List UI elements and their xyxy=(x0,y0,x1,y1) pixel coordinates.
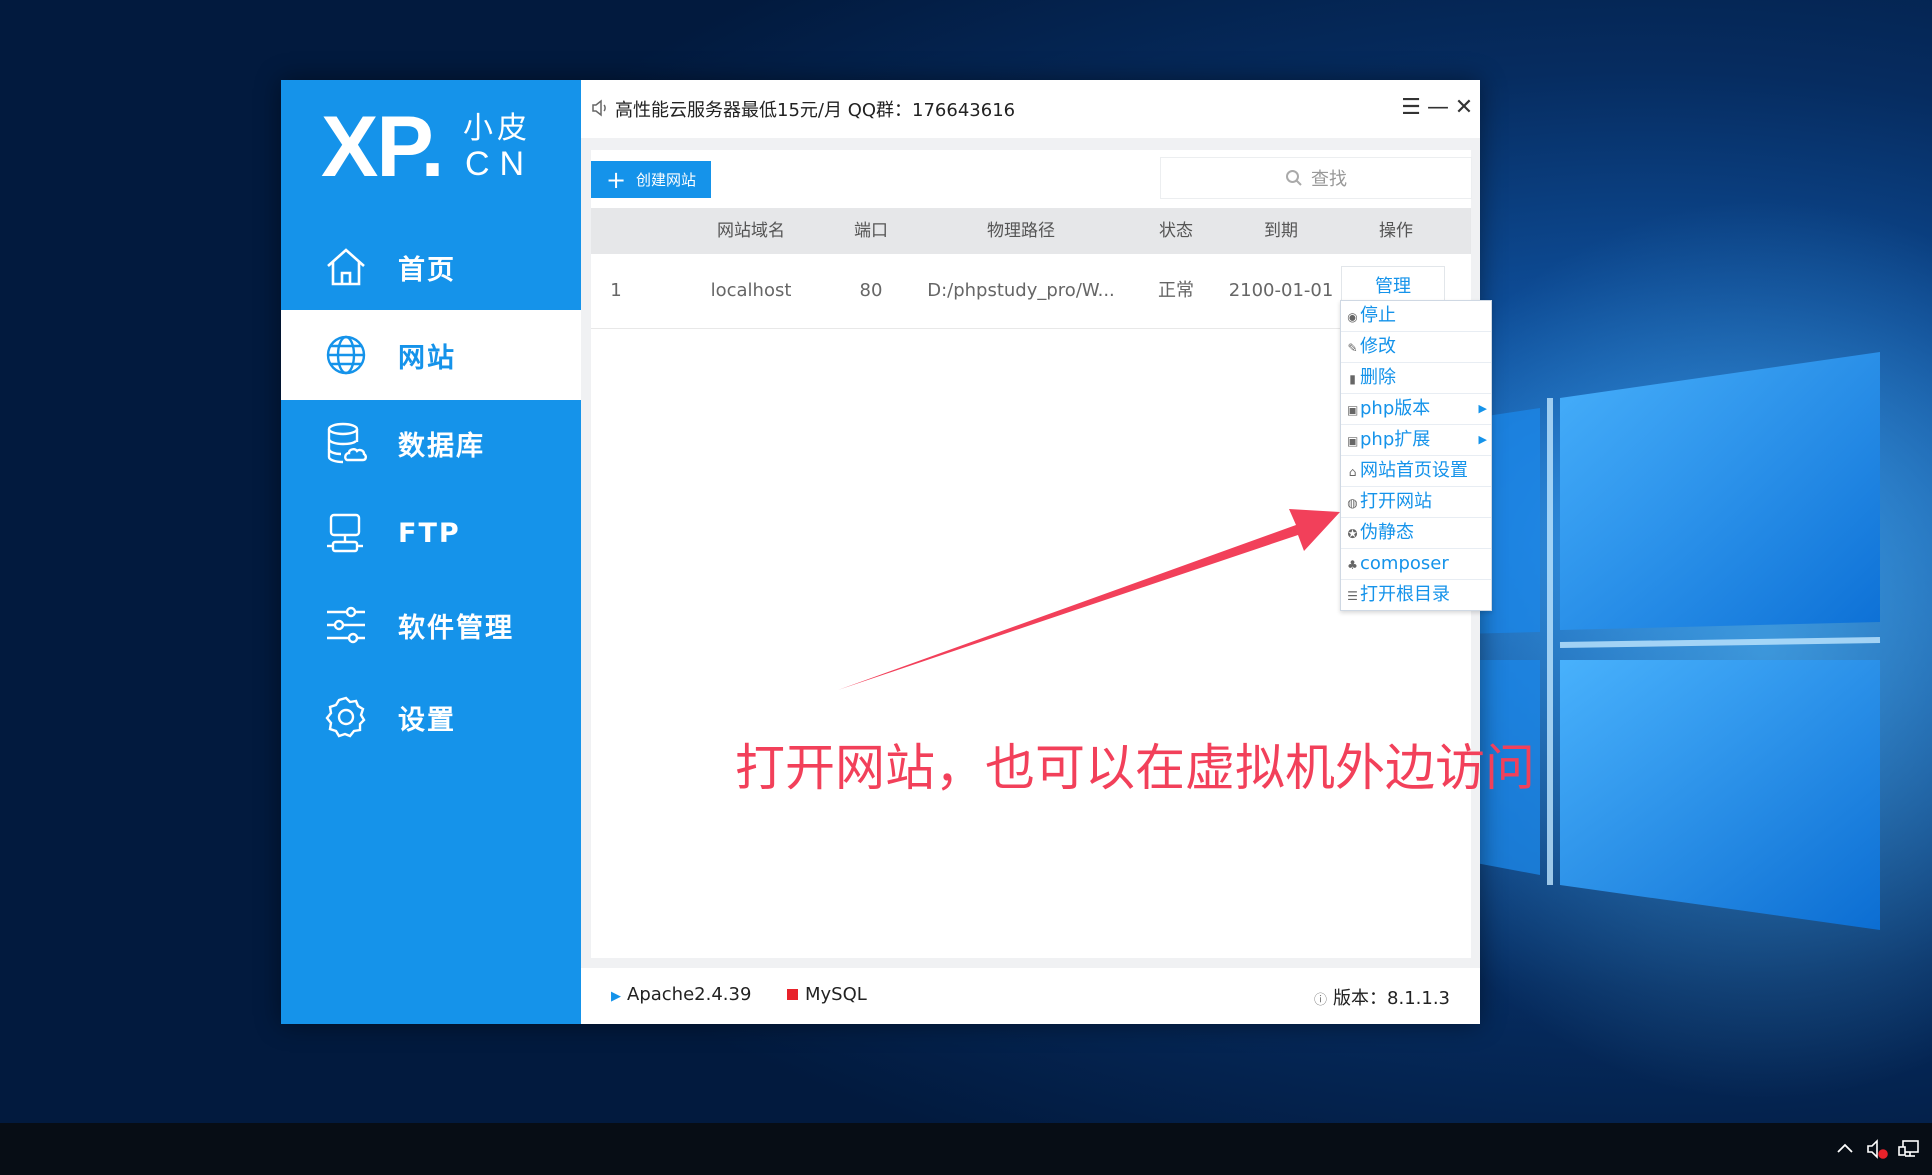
column-header: 到期 xyxy=(1264,221,1298,241)
speaker-muted-icon[interactable] xyxy=(1865,1137,1889,1161)
ftp-icon xyxy=(327,513,363,553)
home-icon xyxy=(327,248,365,286)
menu-item-php-version[interactable]: ▣php版本 ▶ xyxy=(1341,393,1491,424)
sidebar-item-ftp[interactable]: FTP xyxy=(281,488,581,578)
stopped-icon xyxy=(787,989,798,1000)
close-button[interactable]: ✕ xyxy=(1452,94,1476,122)
title-bar: 高性能云服务器最低15元/月 QQ群：176643616 ☰ — ✕ xyxy=(581,80,1480,138)
version-label: 版本：8.1.1.3 xyxy=(1333,988,1450,1009)
apache-label: Apache2.4.39 xyxy=(627,984,752,1005)
menu-item-label: composer xyxy=(1360,553,1449,574)
running-icon: ▶ xyxy=(611,989,621,1004)
rewrite-icon: ✪ xyxy=(1347,527,1358,541)
table-header: 网站域名 端口 物理路径 状态 到期 操作 xyxy=(591,208,1471,254)
notice-text[interactable]: 高性能云服务器最低15元/月 QQ群：176643616 xyxy=(615,96,1015,122)
home-page-icon: ⌂ xyxy=(1348,465,1357,479)
trash-icon: ▮ xyxy=(1349,372,1356,386)
search-input[interactable]: 查找 xyxy=(1160,157,1472,199)
menu-item-label: 删除 xyxy=(1360,367,1396,388)
sidebar-item-home[interactable]: 首页 xyxy=(281,222,581,312)
menu-item-open-root[interactable]: ☰ 打开根目录 xyxy=(1341,579,1491,610)
menu-item-composer[interactable]: ♣ composer xyxy=(1341,548,1491,579)
website-list-panel: + 创建网站 查找 网站域名 端口 物理路径 状态 到期 操作 1 localh… xyxy=(591,150,1472,958)
site-expiry: 2100-01-01 xyxy=(1228,280,1334,301)
composer-icon: ♣ xyxy=(1347,558,1358,572)
speaker-icon xyxy=(592,99,606,117)
list-icon: ☰ xyxy=(1347,589,1358,603)
php-version-icon: ▣ xyxy=(1347,403,1359,417)
annotation-text: 打开网站，也可以在虚拟机外边访问 xyxy=(735,739,1535,797)
menu-item-label: php版本 xyxy=(1360,398,1431,419)
column-header: 状态 xyxy=(1159,221,1193,241)
menu-item-label: 伪静态 xyxy=(1360,522,1414,543)
menu-item-label: 修改 xyxy=(1360,336,1396,357)
sidebar-item-label: FTP xyxy=(398,517,461,549)
column-header: 操作 xyxy=(1379,221,1413,241)
sidebar-item-label: 软件管理 xyxy=(398,612,514,644)
sidebar-item-label: 设置 xyxy=(398,704,456,736)
menu-item-label: 网站首页设置 xyxy=(1360,460,1468,481)
submenu-arrow-icon: ▶ xyxy=(1478,433,1487,446)
plus-icon: + xyxy=(605,165,627,194)
info-icon: ⓘ xyxy=(1314,993,1328,1008)
mysql-status[interactable]: MySQL xyxy=(787,984,867,1005)
logo-sub-top: 小皮 xyxy=(463,111,531,146)
column-header: 物理路径 xyxy=(987,221,1055,241)
table-row[interactable]: 1 localhost 80 D:/phpstudy_pro/W... 正常 2… xyxy=(591,254,1471,329)
site-path: D:/phpstudy_pro/W... xyxy=(927,280,1115,301)
mysql-label: MySQL xyxy=(805,984,867,1005)
taskbar xyxy=(0,1123,1932,1175)
sidebar-item-label: 网站 xyxy=(398,342,456,374)
logo-sub-bottom: CN xyxy=(465,145,535,183)
sidebar-item-settings[interactable]: 设置 xyxy=(281,672,581,762)
row-index: 1 xyxy=(610,280,622,301)
sidebar-item-website[interactable]: 网站 xyxy=(281,310,581,400)
menu-item-label: 停止 xyxy=(1360,305,1396,326)
column-header: 网站域名 xyxy=(717,221,785,241)
sidebar-item-label: 首页 xyxy=(398,254,456,286)
menu-item-label: php扩展 xyxy=(1360,429,1431,450)
network-icon[interactable] xyxy=(1897,1137,1921,1161)
menu-item-open-site[interactable]: ◍ 打开网站 xyxy=(1341,486,1491,517)
globe-icon xyxy=(326,335,366,375)
submenu-arrow-icon: ▶ xyxy=(1478,402,1487,415)
menu-item-edit[interactable]: ✎ 修改 xyxy=(1341,331,1491,362)
chevron-up-icon[interactable] xyxy=(1833,1137,1857,1161)
menu-icon[interactable]: ☰ xyxy=(1399,94,1423,122)
open-site-icon: ◍ xyxy=(1347,496,1358,510)
version-info: ⓘ 版本：8.1.1.3 xyxy=(1314,984,1450,1010)
search-icon xyxy=(1286,170,1302,186)
create-site-button[interactable]: + 创建网站 xyxy=(591,161,711,198)
search-placeholder: 查找 xyxy=(1311,169,1347,190)
edit-icon: ✎ xyxy=(1347,341,1358,355)
stop-icon: ◉ xyxy=(1347,310,1358,324)
menu-item-label: 打开网站 xyxy=(1360,491,1432,512)
sliders-icon xyxy=(327,606,365,644)
sidebar-item-label: 数据库 xyxy=(398,430,485,462)
minimize-button[interactable]: — xyxy=(1426,94,1450,122)
menu-item-php-extension[interactable]: ▣php扩展 ▶ xyxy=(1341,424,1491,455)
status-bar: ▶ Apache2.4.39 MySQL ⓘ 版本：8.1.1.3 xyxy=(581,968,1480,1024)
menu-item-stop[interactable]: ◉ 停止 xyxy=(1341,301,1491,331)
apache-status[interactable]: ▶ Apache2.4.39 xyxy=(611,984,751,1005)
gear-icon xyxy=(325,696,366,738)
sidebar-item-database[interactable]: 数据库 xyxy=(281,398,581,488)
site-status: 正常 xyxy=(1158,280,1194,301)
column-header: 端口 xyxy=(854,221,888,241)
menu-item-homepage-settings[interactable]: ⌂ 网站首页设置 xyxy=(1341,455,1491,486)
menu-item-rewrite[interactable]: ✪ 伪静态 xyxy=(1341,517,1491,548)
app-window: XP. 小皮 CN 首页 网站 数据库 FTP 软件管理 设置 高性能云服务器最… xyxy=(281,80,1480,1024)
database-icon xyxy=(327,422,367,464)
sidebar: XP. 小皮 CN 首页 网站 数据库 FTP 软件管理 设置 xyxy=(281,80,581,1024)
logo-main: XP. xyxy=(321,99,445,195)
site-domain: localhost xyxy=(710,280,792,301)
manage-dropdown-menu: ◉ 停止 ✎ 修改 ▮ 删除 ▣php版本 ▶ ▣php扩展 ▶ ⌂ 网站首页设置 ◍ 打开网… xyxy=(1340,300,1492,611)
menu-item-label: 打开根目录 xyxy=(1360,584,1450,605)
menu-item-delete[interactable]: ▮ 删除 xyxy=(1341,362,1491,393)
sidebar-item-software[interactable]: 软件管理 xyxy=(281,580,581,670)
create-site-label: 创建网站 xyxy=(636,171,697,189)
php-extension-icon: ▣ xyxy=(1347,434,1359,448)
app-logo: XP. 小皮 CN xyxy=(321,90,561,195)
site-port: 80 xyxy=(859,280,883,301)
